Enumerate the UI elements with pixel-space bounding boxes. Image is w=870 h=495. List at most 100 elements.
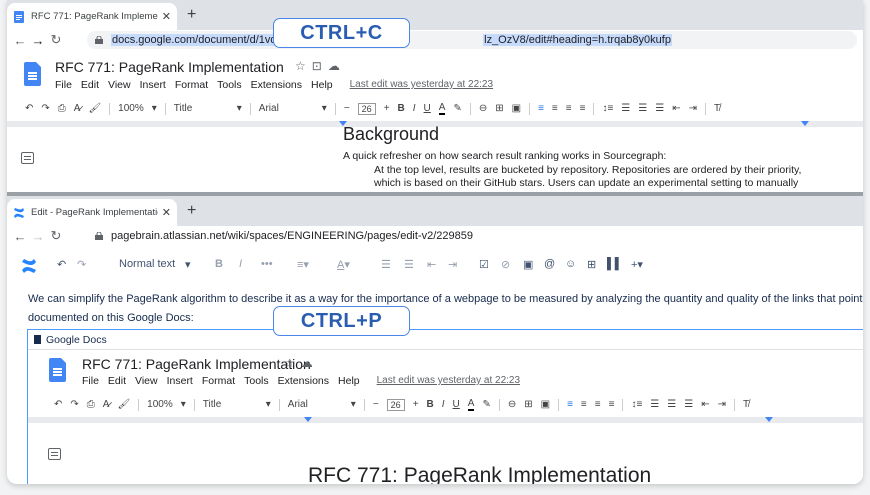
ruler-indent-marker[interactable] bbox=[304, 417, 312, 422]
checklist-icon[interactable]: ☰ bbox=[621, 103, 630, 114]
numbered-list-icon[interactable]: ☰ bbox=[655, 103, 664, 114]
decrease-indent-icon[interactable]: ⇤ bbox=[672, 103, 680, 114]
undo-icon[interactable]: ↶ bbox=[25, 103, 33, 114]
font-select[interactable]: Arial bbox=[288, 399, 343, 410]
menu-format[interactable]: Format bbox=[202, 375, 235, 387]
highlight-icon[interactable]: ✎ bbox=[453, 103, 461, 114]
star-move-cloud-icons[interactable]: ☆⊡☁ bbox=[295, 59, 346, 73]
bold-icon[interactable]: B bbox=[427, 399, 434, 410]
new-tab-icon[interactable]: + bbox=[187, 6, 196, 24]
font-size-input[interactable]: 26 bbox=[357, 102, 376, 115]
print-icon[interactable]: ⎙ bbox=[58, 103, 66, 114]
underline-icon[interactable]: U bbox=[424, 103, 431, 114]
align-right-icon[interactable]: ≡ bbox=[595, 399, 601, 410]
undo-icon[interactable]: ↶ bbox=[54, 399, 62, 410]
clear-formatting-icon[interactable]: T̸ bbox=[743, 399, 749, 410]
top-address-bar[interactable]: docs.google.com/document/d/1vqC6h7A lz_Oz… bbox=[87, 31, 857, 49]
chevron-down-icon[interactable]: ▾ bbox=[266, 399, 271, 410]
underline-icon[interactable]: U bbox=[453, 399, 460, 410]
menu-edit[interactable]: Edit bbox=[108, 375, 126, 387]
text-color-icon[interactable]: A▾ bbox=[337, 258, 350, 271]
align-right-icon[interactable]: ≡ bbox=[566, 103, 572, 114]
align-center-icon[interactable]: ≡ bbox=[552, 103, 558, 114]
undo-icon[interactable]: ↶ bbox=[57, 258, 66, 271]
decrease-font-icon[interactable]: − bbox=[344, 103, 350, 114]
align-left-icon[interactable]: ≡ bbox=[567, 399, 573, 410]
chevron-down-icon[interactable]: ▾ bbox=[152, 103, 157, 114]
style-select[interactable]: Title bbox=[174, 103, 229, 114]
menu-file[interactable]: File bbox=[82, 375, 99, 387]
text-color-icon[interactable]: A bbox=[467, 398, 475, 411]
menu-tools[interactable]: Tools bbox=[217, 79, 242, 91]
menu-file[interactable]: File bbox=[55, 79, 72, 91]
chevron-down-icon[interactable]: ▾ bbox=[237, 103, 242, 114]
task-checkbox-icon[interactable]: ☑ bbox=[479, 258, 489, 271]
link-icon[interactable]: ⊘ bbox=[501, 258, 510, 271]
chevron-down-icon[interactable]: ▾ bbox=[181, 399, 186, 410]
zoom-select[interactable]: 100% bbox=[147, 399, 173, 410]
justify-icon[interactable]: ≡ bbox=[609, 399, 615, 410]
highlight-icon[interactable]: ✎ bbox=[482, 399, 490, 410]
link-icon[interactable]: ⊖ bbox=[508, 399, 516, 410]
numbered-list-icon[interactable]: ☰ bbox=[404, 258, 414, 271]
print-icon[interactable]: ⎙ bbox=[87, 399, 95, 410]
confluence-logo-icon[interactable] bbox=[21, 258, 37, 274]
redo-icon[interactable]: ↷ bbox=[77, 258, 86, 271]
bulleted-list-icon[interactable]: ☰ bbox=[638, 103, 647, 114]
italic-icon[interactable]: I bbox=[442, 399, 445, 410]
redo-icon[interactable]: ↷ bbox=[70, 399, 78, 410]
close-tab-icon[interactable]: ✕ bbox=[162, 10, 171, 23]
bottom-address-bar[interactable]: pagebrain.atlassian.net/wiki/spaces/ENGI… bbox=[87, 227, 857, 245]
bulleted-list-icon[interactable]: ☰ bbox=[667, 399, 676, 410]
more-formatting-icon[interactable]: ••• bbox=[261, 258, 273, 270]
star-cloud-icons[interactable]: ☆☁ bbox=[284, 356, 319, 370]
menu-insert[interactable]: Insert bbox=[140, 79, 166, 91]
embedded-doc-title[interactable]: RFC 771: PageRank Implementation bbox=[82, 356, 311, 372]
bottom-browser-tab[interactable]: Edit - PageRank Implementation ✕ bbox=[7, 199, 177, 226]
text-color-icon[interactable]: A bbox=[438, 102, 446, 115]
chevron-down-icon[interactable]: ▾ bbox=[351, 399, 356, 410]
forward-arrow-icon[interactable]: → bbox=[29, 33, 47, 48]
layout-icon[interactable]: ▌▌ bbox=[607, 258, 623, 270]
outdent-icon[interactable]: ⇤ bbox=[427, 258, 436, 271]
mention-icon[interactable]: @ bbox=[544, 258, 555, 270]
paint-format-icon[interactable]: 🖌 bbox=[88, 103, 101, 114]
justify-icon[interactable]: ≡ bbox=[580, 103, 586, 114]
align-left-icon[interactable]: ≡ bbox=[538, 103, 544, 114]
menu-help[interactable]: Help bbox=[311, 79, 333, 91]
last-edit-link[interactable]: Last edit was yesterday at 22:23 bbox=[350, 79, 493, 91]
spellcheck-icon[interactable]: A̷ bbox=[103, 399, 110, 410]
table-icon[interactable]: ⊞ bbox=[587, 258, 596, 271]
chevron-down-icon[interactable]: ▾ bbox=[185, 258, 191, 271]
menu-insert[interactable]: Insert bbox=[167, 375, 193, 387]
menu-edit[interactable]: Edit bbox=[81, 79, 99, 91]
menu-format[interactable]: Format bbox=[175, 79, 208, 91]
increase-font-icon[interactable]: + bbox=[384, 103, 390, 114]
image-icon[interactable]: ▣ bbox=[541, 399, 550, 410]
emoji-icon[interactable]: ☺ bbox=[565, 258, 576, 270]
font-size-input[interactable]: 26 bbox=[386, 398, 405, 411]
reload-icon[interactable]: ↻ bbox=[47, 228, 65, 244]
indent-icon[interactable]: ⇥ bbox=[448, 258, 457, 271]
text-style-select[interactable]: Normal text bbox=[119, 258, 175, 270]
close-tab-icon[interactable]: ✕ bbox=[162, 206, 171, 219]
doc-title[interactable]: RFC 771: PageRank Implementation bbox=[55, 59, 284, 75]
chevron-down-icon[interactable]: ▾ bbox=[322, 103, 327, 114]
clear-formatting-icon[interactable]: T̸ bbox=[714, 103, 720, 114]
spellcheck-icon[interactable]: A̷ bbox=[74, 103, 81, 114]
menu-view[interactable]: View bbox=[108, 79, 131, 91]
increase-font-icon[interactable]: + bbox=[413, 399, 419, 410]
decrease-font-icon[interactable]: − bbox=[373, 399, 379, 410]
font-select[interactable]: Arial bbox=[259, 103, 314, 114]
comment-icon[interactable]: ⊞ bbox=[495, 103, 503, 114]
line-spacing-icon[interactable]: ↕≡ bbox=[631, 399, 642, 410]
align-icon[interactable]: ≡▾ bbox=[297, 258, 309, 271]
insert-more-icon[interactable]: +▾ bbox=[631, 258, 643, 271]
bulleted-list-icon[interactable]: ☰ bbox=[381, 258, 391, 271]
new-tab-icon[interactable]: + bbox=[187, 202, 196, 220]
confluence-body-line-2[interactable]: documented on this Google Docs: bbox=[28, 309, 194, 328]
embedded-google-doc[interactable]: Google Docs RFC 771: PageRank Implementa… bbox=[27, 329, 863, 484]
link-icon[interactable]: ⊖ bbox=[479, 103, 487, 114]
ruler-right-marker[interactable] bbox=[801, 121, 809, 126]
bold-icon[interactable]: B bbox=[398, 103, 405, 114]
